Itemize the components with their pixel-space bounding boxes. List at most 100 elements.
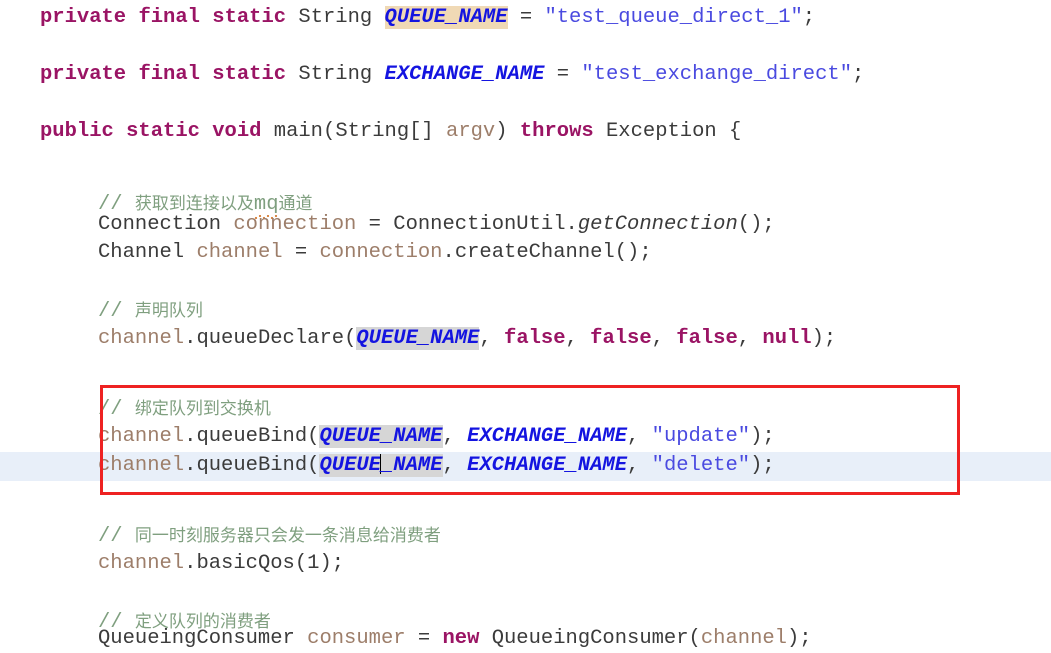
code-token: null <box>762 327 812 350</box>
code-text-layer[interactable]: private final static String QUEUE_NAME =… <box>0 0 1051 653</box>
code-token: "test_exchange_direct" <box>581 63 853 86</box>
line-basic-qos[interactable]: channel.basicQos(1); <box>0 550 344 578</box>
code-token: false <box>676 327 738 350</box>
code-token: static <box>212 6 287 29</box>
line-queue-bind-delete[interactable]: channel.queueBind(QUEUE_NAME, EXCHANGE_N… <box>0 452 775 480</box>
line-connection[interactable]: Connection connection = ConnectionUtil.g… <box>0 211 775 239</box>
code-token: ( <box>323 120 336 143</box>
code-token: channel <box>98 425 185 448</box>
code-token: channel <box>700 627 787 650</box>
code-token: main <box>273 120 323 143</box>
code-token: 绑定队列到交换机 <box>134 399 271 419</box>
code-token: ; <box>852 63 865 86</box>
code-token: , <box>627 425 652 448</box>
code-token: EXCHANGE_NAME <box>467 454 628 477</box>
code-token: , <box>442 425 468 448</box>
code-token: { <box>716 120 742 143</box>
code-token: queueDeclare <box>196 327 345 350</box>
code-token: , <box>737 327 763 350</box>
line-queue-declare[interactable]: channel.queueDeclare(QUEUE_NAME, false, … <box>0 325 836 353</box>
code-token: ( <box>294 552 308 575</box>
line-exchange-name-decl[interactable]: private final static String EXCHANGE_NAM… <box>0 61 864 89</box>
line-queue-name-decl[interactable]: private final static String QUEUE_NAME =… <box>0 4 815 32</box>
code-token: . <box>184 454 197 477</box>
code-token: [] <box>409 120 447 143</box>
code-token: 同一时刻服务器只会发一条消息给消费者 <box>134 526 441 546</box>
code-token: Channel <box>98 241 185 264</box>
code-token: , <box>627 454 652 477</box>
code-token: // <box>98 398 135 421</box>
code-token: ( <box>307 425 320 448</box>
code-token: connection <box>233 213 357 236</box>
code-token: final <box>138 63 200 86</box>
code-token: channel <box>98 327 185 350</box>
line-channel[interactable]: Channel channel = connection.createChann… <box>0 239 652 267</box>
code-token: ConnectionUtil <box>393 213 566 236</box>
code-token: = <box>282 241 320 264</box>
code-token: "delete" <box>651 454 751 477</box>
comment-declare-queue[interactable]: // 声明队列 <box>0 297 203 325</box>
code-token: QueueingConsumer <box>98 627 295 650</box>
code-token: String <box>298 6 373 29</box>
code-token: = <box>405 627 443 650</box>
code-token: static <box>212 63 287 86</box>
code-token: ); <box>786 627 812 650</box>
code-token: queueBind <box>196 454 308 477</box>
code-token: basicQos <box>196 552 295 575</box>
code-token: ); <box>750 425 775 448</box>
code-token: consumer <box>307 627 406 650</box>
comment-basic-qos[interactable]: // 同一时刻服务器只会发一条消息给消费者 <box>0 522 441 550</box>
code-token: 声明队列 <box>134 301 203 321</box>
code-token: ); <box>750 454 775 477</box>
code-token: argv <box>446 120 496 143</box>
code-token: ( <box>307 454 320 477</box>
line-main-signature[interactable]: public static void main(String[] argv) t… <box>0 118 741 146</box>
code-token: ); <box>319 552 345 575</box>
code-token: Connection <box>98 213 222 236</box>
line-queueing-consumer[interactable]: QueueingConsumer consumer = new Queueing… <box>0 625 812 653</box>
line-queue-bind-update[interactable]: channel.queueBind(QUEUE_NAME, EXCHANGE_N… <box>0 423 775 451</box>
code-token: QueueingConsumer <box>491 627 689 650</box>
code-token: , <box>651 327 677 350</box>
code-token: "update" <box>651 425 751 448</box>
code-token: QUEUE_NAME <box>384 6 508 29</box>
code-token: . <box>184 327 197 350</box>
code-token: channel <box>98 454 185 477</box>
code-editor-viewport[interactable]: private final static String QUEUE_NAME =… <box>0 0 1051 653</box>
code-token: . <box>184 552 197 575</box>
code-token: EXCHANGE_NAME <box>467 425 628 448</box>
code-token: . <box>565 213 578 236</box>
code-token: new <box>442 627 480 650</box>
code-token: _NAME <box>380 454 443 477</box>
code-token: ( <box>688 627 701 650</box>
code-token: QUEUE_NAME <box>319 425 443 448</box>
code-token: EXCHANGE_NAME <box>384 63 545 86</box>
code-token: createChannel <box>454 241 615 264</box>
code-token: String <box>335 120 410 143</box>
code-token: throws <box>519 120 594 143</box>
code-token: private <box>40 63 127 86</box>
code-token: // <box>98 300 135 323</box>
code-token: channel <box>98 552 185 575</box>
code-token: ( <box>344 327 357 350</box>
code-token: = <box>507 6 545 29</box>
code-token: ; <box>802 6 816 29</box>
code-token: (); <box>614 241 652 264</box>
code-token: getConnection <box>577 213 738 236</box>
code-token: String <box>298 63 373 86</box>
code-token: static <box>126 120 200 143</box>
code-token: public <box>40 120 114 143</box>
code-token: QUEUE <box>319 454 381 477</box>
code-token: connection <box>319 241 443 264</box>
comment-bind-queue[interactable]: // 绑定队列到交换机 <box>0 395 271 423</box>
